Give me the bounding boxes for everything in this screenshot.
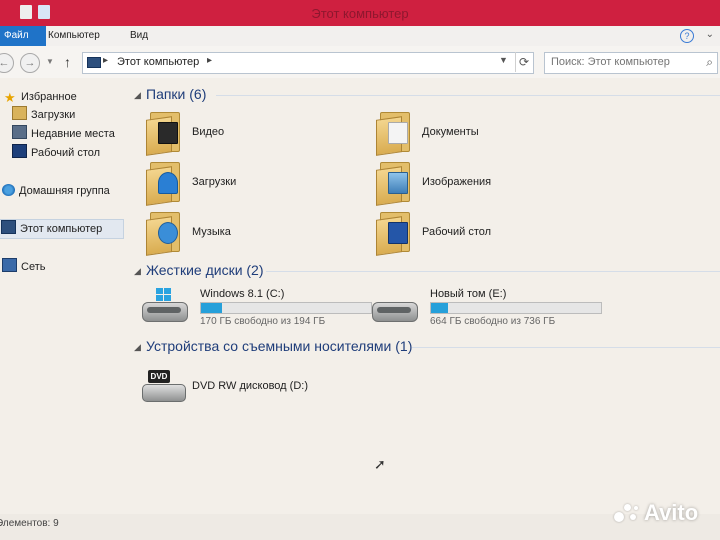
nav-item-homegroup[interactable]: Домашняя группа bbox=[2, 182, 110, 200]
folder-name: Музыка bbox=[192, 226, 231, 238]
folder-item-pictures[interactable]: Изображения bbox=[376, 162, 576, 206]
collapse-icon[interactable]: ◢ bbox=[134, 266, 141, 277]
item-count: Элементов: 9 bbox=[0, 518, 59, 529]
drive-free-space: 170 ГБ свободно из 194 ГБ bbox=[200, 316, 326, 327]
downloads-folder-icon bbox=[146, 162, 180, 206]
computer-icon bbox=[1, 220, 16, 234]
desktop-icon bbox=[12, 144, 27, 158]
group-divider bbox=[412, 347, 720, 348]
content-pane: ◢ Папки (6) Видео Документы Загрузки Изо… bbox=[132, 80, 720, 510]
recent-locations-icon[interactable]: ▼ bbox=[46, 57, 54, 66]
music-folder-icon bbox=[146, 212, 180, 256]
navigation-bar: ← → ▼ ↑ ▸ Этот компьютер ▸ ▼ ⟳ ⌕ bbox=[0, 46, 720, 78]
nav-item-this-pc[interactable]: Этот компьютер bbox=[0, 219, 124, 239]
navigation-pane: ★ Избранное Загрузки Недавние места Рабоч… bbox=[0, 80, 130, 510]
group-folders[interactable]: ◢ Папки (6) bbox=[132, 86, 720, 106]
refresh-button[interactable]: ⟳ bbox=[515, 52, 532, 72]
nav-item-downloads[interactable]: Загрузки bbox=[12, 106, 75, 124]
drive-usage-fill bbox=[201, 303, 223, 313]
documents-folder-icon bbox=[376, 112, 410, 156]
hard-drive-icon bbox=[372, 302, 418, 322]
collapse-icon[interactable]: ◢ bbox=[134, 342, 141, 353]
folder-name: Загрузки bbox=[192, 176, 237, 188]
group-header-label: Устройства со съемными носителями (1) bbox=[146, 338, 413, 354]
drive-name: DVD RW дисковод (D:) bbox=[192, 380, 308, 392]
ribbon: Файл Компьютер Вид ⌄ ? bbox=[0, 26, 720, 47]
address-dropdown-icon[interactable]: ▼ bbox=[499, 55, 508, 65]
search-input[interactable] bbox=[545, 53, 697, 71]
pictures-folder-icon bbox=[376, 162, 410, 206]
folder-name: Видео bbox=[192, 126, 225, 138]
group-divider bbox=[216, 95, 720, 96]
nav-item-label: Домашняя группа bbox=[19, 185, 110, 197]
nav-item-label: Избранное bbox=[21, 91, 77, 103]
desktop-folder-icon bbox=[376, 212, 410, 256]
folder-item-desktop[interactable]: Рабочий стол bbox=[376, 212, 576, 256]
breadcrumb-current[interactable]: Этот компьютер bbox=[117, 56, 199, 68]
breadcrumb-separator-icon[interactable]: ▸ bbox=[103, 55, 108, 66]
folder-item-downloads[interactable]: Загрузки bbox=[146, 162, 346, 206]
nav-item-label: Рабочий стол bbox=[31, 147, 101, 159]
nav-item-label: Недавние места bbox=[31, 128, 115, 140]
mouse-cursor-icon: ➚ bbox=[374, 456, 386, 472]
search-box[interactable]: ⌕ bbox=[544, 52, 718, 74]
group-divider bbox=[266, 271, 720, 272]
network-icon bbox=[2, 258, 17, 272]
watermark-text: Avito bbox=[644, 500, 699, 525]
drive-item-c[interactable]: Windows 8.1 (C:) 170 ГБ свободно из 194 … bbox=[142, 288, 372, 334]
folder-item-video[interactable]: Видео bbox=[146, 112, 346, 156]
drive-name: Windows 8.1 (C:) bbox=[200, 288, 285, 300]
folder-item-music[interactable]: Музыка bbox=[146, 212, 346, 256]
windows-logo-icon bbox=[156, 288, 172, 302]
nav-item-desktop[interactable]: Рабочий стол bbox=[12, 144, 100, 162]
video-folder-icon bbox=[146, 112, 180, 156]
up-button[interactable]: ↑ bbox=[64, 54, 71, 70]
group-header-label: Папки (6) bbox=[146, 86, 207, 102]
downloads-icon bbox=[12, 106, 27, 120]
group-drives[interactable]: ◢ Жесткие диски (2) bbox=[132, 262, 720, 282]
avito-logo-icon bbox=[614, 502, 642, 526]
back-button[interactable]: ← bbox=[0, 53, 14, 73]
ribbon-expand-icon[interactable]: ⌄ bbox=[706, 29, 714, 40]
window-title: Этот компьютер bbox=[311, 6, 409, 21]
nav-item-network[interactable]: Сеть bbox=[2, 258, 45, 276]
computer-icon bbox=[87, 57, 101, 68]
folder-name: Документы bbox=[422, 126, 479, 138]
breadcrumb-separator-icon[interactable]: ▸ bbox=[207, 55, 212, 66]
title-bar: Этот компьютер bbox=[0, 0, 720, 26]
folder-item-documents[interactable]: Документы bbox=[376, 112, 576, 156]
folder-name: Рабочий стол bbox=[422, 226, 492, 238]
address-bar[interactable]: ▸ Этот компьютер ▸ ▼ ⟳ bbox=[82, 52, 534, 74]
homegroup-icon bbox=[2, 184, 15, 196]
forward-button[interactable]: → bbox=[20, 53, 40, 73]
collapse-icon[interactable]: ◢ bbox=[134, 90, 141, 101]
nav-item-favorites[interactable]: ★ Избранное bbox=[4, 88, 77, 106]
dvd-drive-icon bbox=[142, 384, 186, 402]
tab-view[interactable]: Вид bbox=[122, 26, 156, 46]
group-header-label: Жесткие диски (2) bbox=[146, 262, 264, 278]
star-icon: ★ bbox=[4, 90, 16, 105]
drive-item-e[interactable]: Новый том (E:) 664 ГБ свободно из 736 ГБ bbox=[372, 288, 602, 334]
drive-usage-fill bbox=[431, 303, 448, 313]
help-icon[interactable]: ? bbox=[680, 29, 694, 43]
group-removable[interactable]: ◢ Устройства со съемными носителями (1) bbox=[132, 338, 720, 358]
drive-name: Новый том (E:) bbox=[430, 288, 507, 300]
drive-free-space: 664 ГБ свободно из 736 ГБ bbox=[430, 316, 556, 327]
folder-name: Изображения bbox=[422, 176, 492, 188]
nav-item-label: Загрузки bbox=[31, 109, 76, 121]
nav-item-label: Этот компьютер bbox=[20, 223, 103, 235]
drive-usage-bar bbox=[200, 302, 372, 314]
status-bar: Элементов: 9 bbox=[0, 514, 720, 540]
nav-item-recent[interactable]: Недавние места bbox=[12, 125, 115, 143]
dvd-badge: DVD bbox=[148, 370, 170, 383]
drive-usage-bar bbox=[430, 302, 602, 314]
search-icon[interactable]: ⌕ bbox=[706, 55, 713, 70]
tab-computer[interactable]: Компьютер bbox=[40, 26, 108, 46]
recent-places-icon bbox=[12, 125, 27, 139]
drive-item-dvd[interactable]: DVD DVD RW дисковод (D:) bbox=[142, 368, 382, 408]
hard-drive-icon bbox=[142, 302, 188, 322]
nav-item-label: Сеть bbox=[21, 261, 46, 273]
